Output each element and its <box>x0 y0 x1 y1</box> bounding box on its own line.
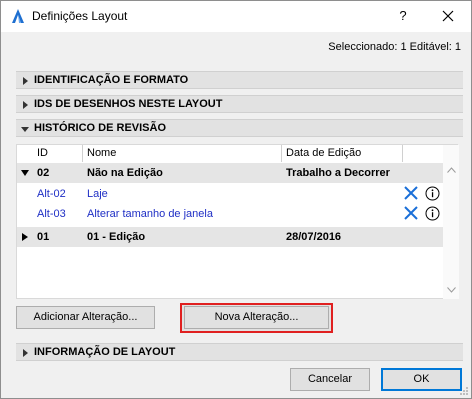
delete-x-icon[interactable] <box>404 186 418 200</box>
table-row[interactable]: Alt-03 Alterar tamanho de janela <box>17 204 443 224</box>
chevron-right-icon <box>23 349 28 357</box>
table-row[interactable]: Alt-02 Laje <box>17 184 443 204</box>
row-name: Não na Edição <box>87 167 163 179</box>
table-header: ID Nome Data de Edição <box>17 145 443 162</box>
scroll-up-icon[interactable] <box>447 167 456 173</box>
section-identification[interactable]: IDENTIFICAÇÃO E FORMATO <box>16 71 463 89</box>
ok-button[interactable]: OK <box>381 368 462 391</box>
row-id: Alt-03 <box>37 208 66 220</box>
row-id: 01 <box>37 231 50 243</box>
table-row[interactable]: 01 01 - Edição 28/07/2016 <box>17 227 443 247</box>
chevron-right-icon <box>23 77 28 85</box>
new-change-button[interactable]: Nova Alteração... <box>184 306 329 329</box>
row-name: Alterar tamanho de janela <box>87 208 213 220</box>
resize-grip-icon[interactable] <box>459 386 469 396</box>
section-drawing-ids[interactable]: IDS DE DESENHOS NESTE LAYOUT <box>16 95 463 113</box>
scroll-down-icon[interactable] <box>447 287 456 293</box>
cancel-button[interactable]: Cancelar <box>290 368 370 391</box>
row-id: Alt-02 <box>37 188 66 200</box>
section-revision-history[interactable]: HISTÓRICO DE REVISÃO <box>16 119 463 137</box>
close-button[interactable] <box>425 1 471 31</box>
section-label: IDS DE DESENHOS NESTE LAYOUT <box>34 98 223 110</box>
title-bar: Definições Layout ? <box>1 1 471 32</box>
section-layout-info[interactable]: INFORMAÇÃO DE LAYOUT <box>16 343 463 361</box>
section-label: HISTÓRICO DE REVISÃO <box>34 122 167 134</box>
help-button[interactable]: ? <box>386 1 420 31</box>
info-icon[interactable] <box>425 186 440 201</box>
table-row[interactable]: 02 Não na Edição Trabalho a Decorrer <box>17 163 443 183</box>
info-icon[interactable] <box>425 206 440 221</box>
column-header-date[interactable]: Data de Edição <box>286 147 361 159</box>
chevron-right-icon <box>23 101 28 109</box>
chevron-right-icon[interactable] <box>21 233 29 241</box>
section-label: INFORMAÇÃO DE LAYOUT <box>34 346 176 358</box>
layout-settings-dialog: Definições Layout ? Seleccionado: 1 Edit… <box>0 0 472 399</box>
column-divider[interactable] <box>281 145 282 162</box>
chevron-down-icon[interactable] <box>21 169 29 177</box>
archicad-icon <box>12 9 24 23</box>
row-name: Laje <box>87 188 108 200</box>
row-name: 01 - Edição <box>87 231 146 243</box>
row-date: 28/07/2016 <box>286 231 342 243</box>
column-header-name[interactable]: Nome <box>87 147 116 159</box>
column-divider[interactable] <box>82 145 83 162</box>
selection-info: Seleccionado: 1 Editável: 1 <box>328 41 461 53</box>
vertical-scrollbar[interactable] <box>443 145 459 299</box>
add-change-button[interactable]: Adicionar Alteração... <box>16 306 155 329</box>
column-header-id[interactable]: ID <box>37 147 48 159</box>
close-icon <box>442 10 454 22</box>
delete-x-icon[interactable] <box>404 206 418 220</box>
row-id: 02 <box>37 167 50 179</box>
section-label: IDENTIFICAÇÃO E FORMATO <box>34 74 189 86</box>
row-date: Trabalho a Decorrer <box>286 167 390 179</box>
column-divider[interactable] <box>402 145 403 162</box>
chevron-down-icon <box>21 127 29 132</box>
window-title: Definições Layout <box>32 9 128 23</box>
